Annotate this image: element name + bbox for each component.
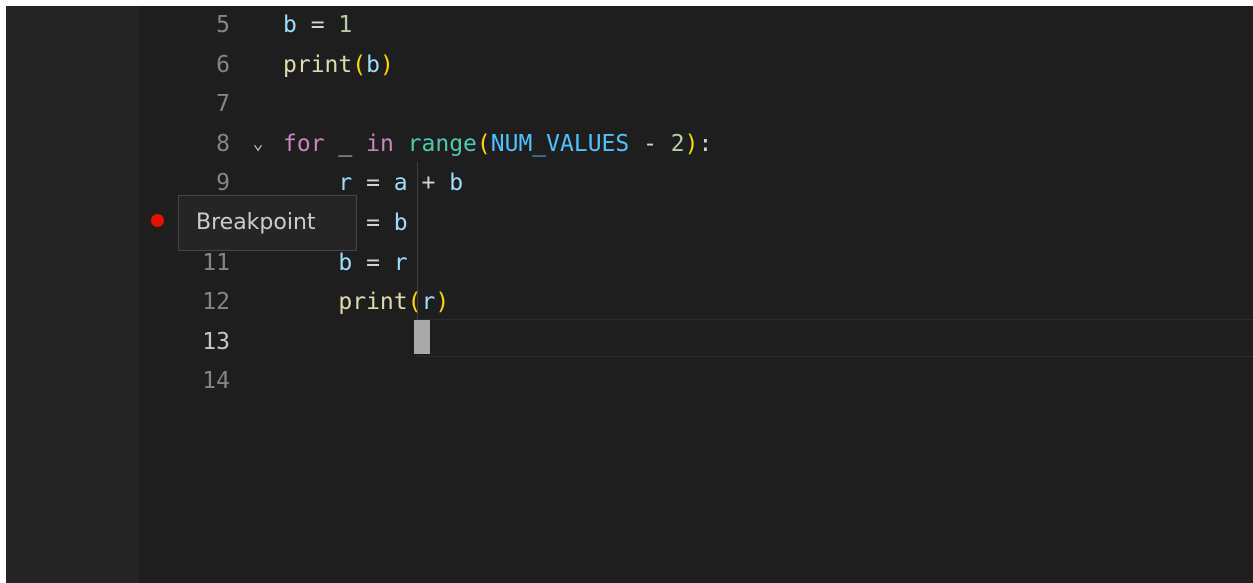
code-line[interactable]: 6 print(b) [138,45,1253,85]
code-token: print [338,289,408,316]
code-line[interactable]: 12 print(r) [138,282,1253,322]
code-token: = [352,210,394,236]
code-token: : [698,130,713,157]
code-line[interactable]: 14 [138,361,1253,401]
code-token: b [366,51,380,78]
line-number[interactable]: 12 [138,282,230,322]
code-line[interactable]: 13 [138,322,1253,362]
code-token: + [407,170,450,197]
code-token: ( [407,289,422,316]
code-token: = [352,170,394,197]
line-number[interactable]: 5 [138,6,230,45]
code-token: print [283,51,353,78]
code-token: a [393,170,408,197]
tooltip-label: Breakpoint [196,210,316,235]
code-line[interactable]: 7 [138,84,1253,124]
code-token: b [283,12,297,38]
code-token: - [629,130,671,157]
code-token: ( [352,51,367,78]
code-token: _ [324,130,367,157]
code-token: b [338,249,353,276]
code-token: 1 [338,12,353,38]
breakpoint-tooltip: Breakpoint [178,195,357,251]
editor-window: 5b = 1 6 print(b) 7 8 ⌄ for _ in range(NUM_VAL… [6,6,1253,583]
code-token: = [352,249,394,276]
code-token: ) [379,51,394,78]
code-token: b [449,170,464,197]
code-token: r [421,289,436,316]
code-token: in [366,130,394,157]
code-line[interactable]: 5 b = 1 [138,6,1253,45]
code-text: print(r) [283,282,449,322]
code-token: r [393,249,408,276]
chevron-down-icon[interactable]: ⌄ [248,124,268,164]
line-number[interactable]: 13 [138,322,230,362]
code-token: for [283,130,325,157]
code-line[interactable]: 8 ⌄ for _ in range(NUM_VALUES - 2): [138,124,1253,164]
sidebar-strip [6,6,138,583]
code-token: ( [476,130,491,157]
code-token: range [407,130,477,157]
line-number[interactable]: 8 [138,124,230,164]
code-token: NUM_VALUES [490,130,630,157]
breakpoint-dot-icon[interactable] [151,214,164,227]
line-number[interactable]: 6 [138,45,230,85]
code-token: 2 [670,130,685,157]
code-text: print(b) [283,45,394,85]
code-text: for _ in range(NUM_VALUES - 2): [283,124,712,164]
code-token: b [393,210,408,236]
code-editor[interactable]: 5b = 1 6 print(b) 7 8 ⌄ for _ in range(NUM_VAL… [138,6,1253,583]
line-number[interactable]: 14 [138,361,230,401]
line-number[interactable]: 7 [138,84,230,124]
code-token: ) [435,289,450,316]
code-token: ) [684,130,699,157]
code-token: = [296,12,339,38]
code-text: b = 1 [283,6,352,45]
code-token: r [338,170,353,197]
